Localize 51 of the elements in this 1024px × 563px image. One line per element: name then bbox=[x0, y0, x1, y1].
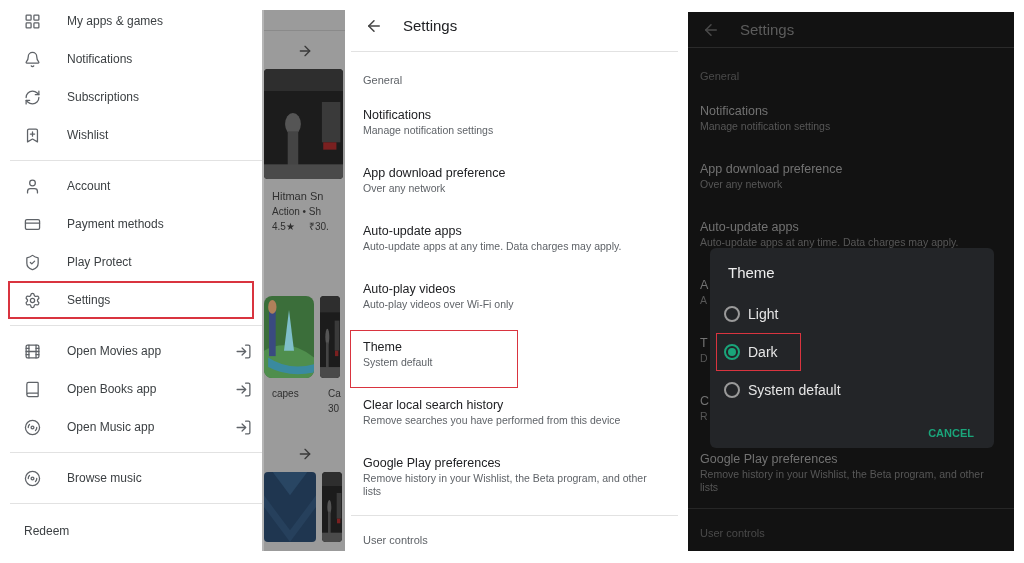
refresh-icon bbox=[24, 88, 41, 106]
person-icon bbox=[24, 177, 41, 195]
radio-option[interactable]: Light bbox=[716, 295, 802, 333]
section-heading: User controls bbox=[362, 533, 429, 548]
drawer-item[interactable]: Payment methods bbox=[8, 205, 254, 243]
section-heading: General bbox=[362, 73, 404, 88]
radio-button[interactable] bbox=[724, 306, 740, 322]
app-rating: 4.5★ bbox=[271, 220, 295, 234]
preference-row[interactable]: Notifications Manage notification settings bbox=[688, 94, 1014, 153]
settings-icon bbox=[24, 291, 41, 309]
section-heading: General bbox=[699, 69, 741, 85]
drawer-item[interactable]: Notifications bbox=[8, 40, 254, 78]
book-icon bbox=[24, 380, 41, 398]
drawer-item[interactable]: Open Movies app bbox=[8, 332, 254, 370]
drawer-item[interactable]: Wishlist bbox=[8, 116, 254, 154]
app-price: 30 bbox=[327, 402, 341, 416]
preference-row[interactable]: Notifications Manage notification settings bbox=[350, 98, 678, 156]
app-title: Ca bbox=[327, 387, 341, 401]
radio-option[interactable]: System default bbox=[716, 371, 864, 409]
drawer-item[interactable]: Subscriptions bbox=[8, 78, 254, 116]
preference-row[interactable]: Auto-update apps Auto-update apps at any time. Data charges may apply. bbox=[350, 214, 678, 272]
film-icon bbox=[24, 342, 41, 360]
drawer-item[interactable]: Browse music bbox=[8, 459, 254, 497]
drawer-item[interactable]: Open Books app bbox=[8, 370, 254, 408]
drawer-item[interactable]: Account bbox=[8, 167, 254, 205]
redeem-link[interactable]: Redeem bbox=[0, 510, 262, 538]
preference-row[interactable]: App download preference Over any network bbox=[688, 152, 1014, 211]
drawer-item[interactable]: Open Music app bbox=[8, 408, 254, 446]
drawer-item[interactable]: Settings bbox=[8, 281, 254, 319]
bell-icon bbox=[24, 50, 41, 68]
preference-row[interactable]: Clear local search history Remove searches you have performed from this device bbox=[350, 388, 678, 446]
preference-row[interactable]: Auto-play videos Auto-play videos over Wi-Fi only bbox=[350, 272, 678, 330]
preference-row[interactable]: App download preference Over any network bbox=[350, 156, 678, 214]
screen-title: Settings bbox=[740, 21, 795, 39]
radio-option[interactable]: Dark bbox=[716, 333, 801, 371]
screen-title: Settings bbox=[403, 17, 458, 34]
app-price: ₹30. bbox=[307, 220, 329, 234]
cancel-button[interactable]: CANCEL bbox=[928, 423, 974, 443]
preference-row[interactable]: Google Play preferences Remove history in your Wishlist, the Beta program, and other lists bbox=[350, 446, 678, 509]
grid-icon bbox=[24, 12, 41, 30]
dialog-title: Theme bbox=[728, 264, 776, 281]
app-category: Action • Sh bbox=[271, 205, 323, 219]
radio-button[interactable] bbox=[724, 382, 740, 398]
app-title: capes bbox=[271, 387, 300, 401]
bookmark-icon bbox=[24, 126, 41, 144]
drawer-item[interactable]: Play Protect bbox=[8, 243, 254, 281]
radio-button[interactable] bbox=[724, 344, 740, 360]
drawer-item[interactable]: My apps & games bbox=[8, 2, 254, 40]
preference-row[interactable]: Theme System default bbox=[350, 330, 518, 388]
shield-icon bbox=[24, 253, 41, 271]
app-title: Hitman Sn bbox=[271, 189, 325, 204]
